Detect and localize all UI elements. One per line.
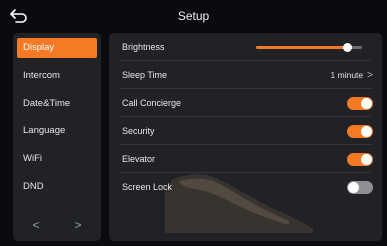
call-concierge-row: Call Concierge — [118, 89, 373, 117]
security-label: Security — [122, 126, 155, 136]
brightness-label: Brightness — [122, 42, 165, 52]
sidebar-item-display[interactable]: Display — [17, 38, 97, 58]
screen-lock-row: Screen Lock — [118, 173, 373, 201]
screen-lock-label: Screen Lock — [122, 182, 173, 192]
chevron-right-icon: > — [367, 70, 373, 81]
display-settings-panel: Brightness Sleep Time 1 minute > Call Con… — [109, 33, 382, 241]
sleep-time-value-text: 1 minute — [330, 70, 364, 80]
brightness-row: Brightness — [118, 33, 373, 61]
brightness-slider[interactable] — [256, 43, 362, 52]
sidebar-item-language[interactable]: Language — [17, 121, 97, 141]
call-concierge-label: Call Concierge — [122, 98, 182, 108]
security-row: Security — [118, 117, 373, 145]
elevator-row: Elevator — [118, 145, 373, 173]
sidebar-item-wifi[interactable]: WiFi — [17, 149, 97, 169]
sidebar-item-intercom[interactable]: Intercom — [17, 66, 97, 86]
toggle-knob — [361, 154, 372, 165]
sleep-time-value[interactable]: 1 minute > — [331, 61, 373, 90]
brightness-slider-thumb[interactable] — [342, 43, 352, 52]
toggle-knob — [361, 126, 372, 137]
toggle-knob — [361, 98, 372, 109]
toggle-knob — [348, 182, 359, 193]
sidebar-item-dnd[interactable]: DND — [17, 177, 97, 197]
sleep-time-row[interactable]: Sleep Time 1 minute > — [118, 61, 373, 89]
sidebar-item-date-time[interactable]: Date&Time — [17, 94, 97, 114]
next-page-button[interactable]: > — [68, 215, 88, 235]
previous-page-button[interactable]: < — [26, 215, 46, 235]
security-toggle[interactable] — [347, 125, 373, 138]
screen-lock-toggle[interactable] — [347, 181, 373, 194]
sleep-time-label: Sleep Time — [122, 70, 168, 80]
settings-sidebar: Display Intercom Date&Time Language WiFi… — [13, 33, 101, 241]
elevator-toggle[interactable] — [347, 153, 373, 166]
call-concierge-toggle[interactable] — [347, 97, 373, 110]
elevator-label: Elevator — [122, 154, 156, 164]
brightness-slider-fill — [256, 46, 348, 49]
top-bar: Setup — [0, 0, 387, 32]
page-title: Setup — [177, 9, 210, 23]
